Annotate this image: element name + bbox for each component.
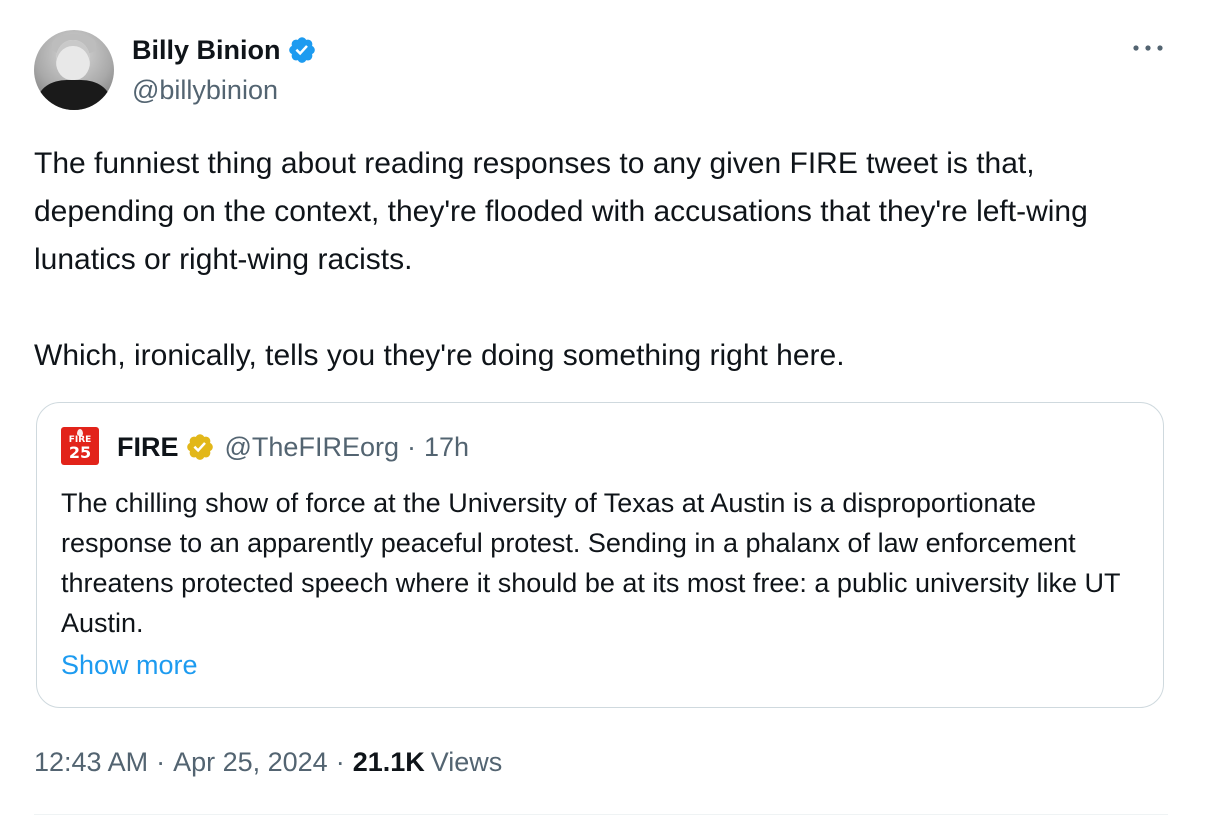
author-name[interactable]: Billy Binion [132,30,281,70]
author-avatar[interactable] [34,30,114,110]
fire-logo-icon[interactable]: FIRE 25 [61,427,99,465]
quoted-tweet-card[interactable]: FIRE 25 FIRE @TheFIREorg · 17h The chill… [36,402,1164,708]
quoted-tweet-time[interactable]: 17h [424,432,469,463]
tweet-date[interactable]: Apr 25, 2024 [173,747,328,777]
views-count[interactable]: 21.1K [353,747,425,777]
divider [34,814,1168,815]
avatar-shirt [38,80,110,110]
tweet: Billy Binion @billybinion The funniest t… [0,0,1210,824]
separator-dot: · [406,431,416,462]
quoted-author-name[interactable]: FIRE [117,432,179,463]
separator-dot: · [156,747,166,777]
quoted-author-handle[interactable]: @TheFIREorg [225,432,399,463]
author-name-row[interactable]: Billy Binion [132,30,317,70]
gold-verified-badge-icon [186,434,213,460]
quoted-tweet-text: The chilling show of force at the Univer… [61,488,1121,638]
views-label: Views [430,747,503,777]
show-more-link[interactable]: Show more [61,645,198,685]
author-handle[interactable]: @billybinion [132,70,278,110]
quoted-tweet-header: FIRE @TheFIREorg · 17h [117,427,469,467]
more-options-icon[interactable] [1128,36,1168,60]
avatar-face [56,40,90,80]
tweet-time[interactable]: 12:43 AM [34,747,148,777]
tweet-metadata: 12:43 AM · Apr 25, 2024 · 21.1K Views [34,742,502,782]
verified-badge-icon [288,37,315,63]
separator-dot: · [335,747,345,777]
logo-text-bottom: 25 [68,443,92,462]
tweet-text: The funniest thing about reading respons… [34,147,1088,372]
